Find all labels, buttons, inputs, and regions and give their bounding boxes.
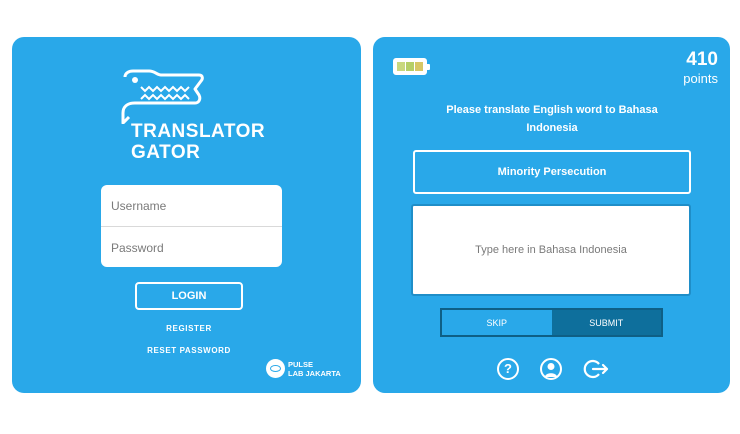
battery-cell — [406, 62, 414, 71]
profile-icon[interactable] — [540, 358, 562, 380]
login-form — [101, 185, 282, 267]
pulse-lab-icon — [266, 359, 285, 378]
login-button[interactable]: LOGIN — [135, 282, 243, 310]
skip-button[interactable]: SKIP — [442, 310, 552, 335]
battery-cell — [397, 62, 405, 71]
source-word: Minority Persecution — [413, 150, 691, 194]
login-panel: TRANSLATOR GATOR LOGIN REGISTER RESET PA… — [12, 37, 361, 393]
username-field[interactable] — [101, 185, 282, 226]
logo-title-line2: GATOR — [131, 142, 201, 163]
partner-name-line2: LAB JAKARTA — [288, 369, 341, 378]
action-buttons: SKIP SUBMIT — [440, 308, 663, 337]
translator-gator-logo: TRANSLATOR GATOR — [111, 69, 281, 164]
battery-icon — [393, 58, 430, 75]
submit-button[interactable]: SUBMIT — [551, 310, 661, 335]
reset-password-link[interactable]: RESET PASSWORD — [132, 346, 246, 355]
logout-icon[interactable] — [583, 358, 609, 380]
score-value: 410 — [686, 49, 718, 70]
password-field[interactable] — [101, 227, 282, 267]
gator-icon — [121, 69, 204, 125]
instruction-text: Please translate English word to Bahasa … — [446, 104, 658, 134]
translation-input[interactable] — [411, 204, 691, 296]
partner-name-line1: PULSE — [288, 360, 314, 369]
score-label: points — [683, 71, 718, 86]
translation-panel: 410 points Please translate English word… — [373, 37, 730, 393]
battery-cell — [415, 62, 423, 71]
register-link[interactable]: REGISTER — [132, 324, 246, 333]
logo-title-line1: TRANSLATOR — [131, 121, 266, 142]
help-icon[interactable]: ? — [497, 358, 519, 380]
